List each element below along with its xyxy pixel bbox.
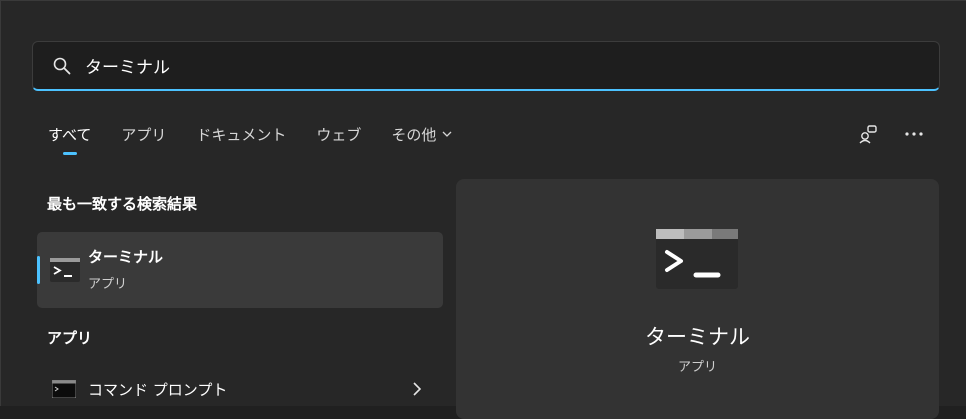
start-search-panel: すべて アプリ ドキュメント ウェブ その他 — [0, 0, 966, 419]
tab-all-label: すべて — [48, 125, 92, 144]
tab-all[interactable]: すべて — [48, 121, 92, 155]
filter-tabs: すべて アプリ ドキュメント ウェブ その他 — [48, 121, 482, 161]
tab-documents-label: ドキュメント — [196, 125, 287, 144]
search-input[interactable] — [85, 55, 905, 76]
best-match-type: アプリ — [88, 277, 128, 292]
tab-web[interactable]: ウェブ — [316, 121, 361, 147]
tab-more-label: その他 — [391, 125, 437, 144]
apps-heading: アプリ — [47, 329, 93, 347]
accounts-icon[interactable] — [856, 122, 880, 146]
chevron-down-icon — [442, 131, 452, 137]
tab-documents[interactable]: ドキュメント — [196, 121, 286, 147]
list-item-command-prompt[interactable]: コマンド プロンプト — [37, 369, 443, 409]
header-tools — [856, 121, 926, 147]
terminal-icon — [50, 258, 80, 286]
search-icon — [53, 56, 73, 76]
active-tab-indicator — [62, 152, 77, 155]
best-match-name: ターミナル — [88, 248, 164, 266]
best-match-heading: 最も一致する検索結果 — [47, 195, 198, 213]
more-options-icon[interactable] — [902, 122, 926, 146]
preview-title: ターミナル — [645, 325, 750, 349]
preview-type: アプリ — [677, 360, 717, 375]
list-item-label: コマンド プロンプト — [88, 380, 228, 399]
chevron-right-icon[interactable] — [413, 381, 422, 400]
tab-apps[interactable]: アプリ — [121, 121, 166, 147]
search-box[interactable] — [32, 41, 940, 91]
tab-apps-label: アプリ — [121, 125, 167, 144]
tab-more[interactable]: その他 — [391, 121, 452, 147]
terminal-icon — [656, 229, 738, 293]
best-match-result[interactable]: ターミナル アプリ — [37, 232, 443, 308]
selection-accent — [37, 256, 40, 284]
tab-web-label: ウェブ — [316, 125, 362, 144]
command-prompt-icon — [51, 379, 77, 399]
preview-pane: ターミナル アプリ — [456, 179, 939, 419]
